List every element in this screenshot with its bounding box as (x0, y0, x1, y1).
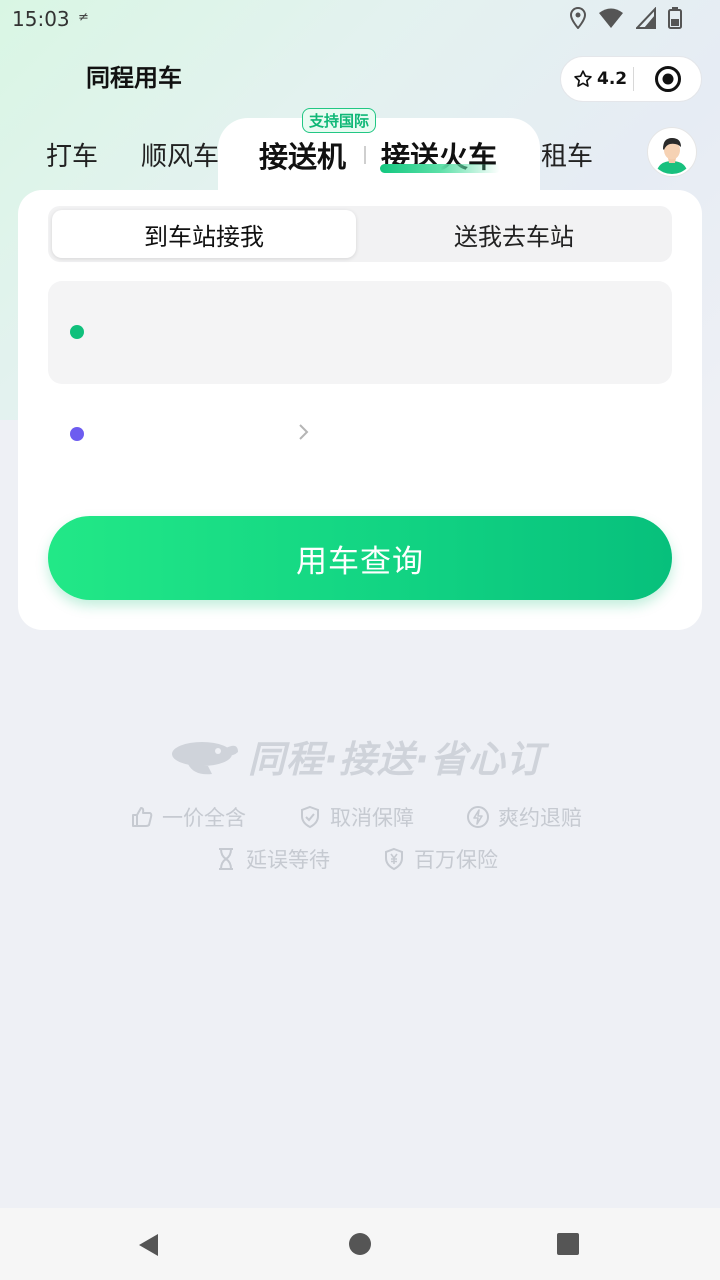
signal-icon (636, 7, 656, 29)
target-icon (654, 66, 681, 92)
feature-label: 取消保障 (330, 806, 414, 830)
thumbs-up-icon (132, 807, 153, 827)
international-badge: 支持国际 (302, 108, 377, 133)
search-car-button[interactable]: 用车查询 (48, 516, 672, 600)
system-navigation-bar (0, 1208, 720, 1280)
segment-pickup-at-station[interactable]: 到车站接我 (52, 210, 356, 258)
active-tab-indicator (380, 164, 500, 173)
status-time: 15:03 (12, 7, 70, 31)
feature-no-show-refund: 爽约退赔 (466, 802, 582, 832)
feature-delay-waiting: 延误等待 (214, 844, 330, 874)
feature-cancel-protection: 取消保障 (298, 802, 414, 832)
feature-label: 延误等待 (246, 848, 330, 872)
start-dot-icon (70, 325, 84, 339)
station-input[interactable] (48, 281, 672, 384)
app-title: 同程用车 (86, 64, 182, 92)
feature-label: 一价全含 (162, 806, 246, 830)
destination-input[interactable] (48, 400, 672, 470)
feature-label: 百万保险 (414, 848, 498, 872)
location-icon (570, 7, 586, 29)
tab-car-rental[interactable]: 租车 (541, 136, 593, 173)
rating-button[interactable]: 4.2 (561, 69, 631, 89)
tab-taxi[interactable]: 打车 (46, 136, 98, 173)
slogan-text: 同程·接送·省心订 (248, 738, 545, 781)
status-icons (570, 7, 682, 29)
close-miniapp-button[interactable] (634, 65, 701, 93)
recents-icon[interactable] (556, 1232, 580, 1256)
brand-logo-icon (172, 742, 238, 775)
segment-dropoff-to-station[interactable]: 送我去车站 (360, 210, 668, 258)
status-bar: 15:03 ≠ (0, 0, 720, 38)
shield-check-icon (301, 805, 319, 829)
booking-card: 到车站接我 送我去车站 用车查询 (18, 190, 702, 630)
feature-insurance: 百万保险 (382, 844, 498, 874)
feature-all-inclusive: 一价全含 (130, 802, 246, 832)
shield-yen-icon (385, 847, 403, 871)
hourglass-icon (219, 848, 233, 870)
notification-icon: ≠ (78, 10, 89, 25)
star-icon (574, 70, 592, 87)
slogan: 同程·接送·省心订 (168, 728, 544, 784)
back-icon[interactable] (136, 1232, 162, 1258)
chevron-right-icon (299, 424, 309, 440)
lightning-circle-icon (467, 806, 489, 828)
user-avatar-icon (650, 130, 694, 174)
direction-segmented-control: 到车站接我 送我去车站 (48, 206, 672, 262)
rating-value: 4.2 (597, 69, 628, 89)
wifi-icon (599, 8, 623, 28)
tab-separator (364, 146, 366, 164)
end-dot-icon (70, 427, 84, 441)
tab-carpool[interactable]: 顺风车 (141, 136, 219, 173)
feature-label: 爽约退赔 (498, 806, 582, 830)
battery-icon (668, 7, 682, 29)
avatar[interactable] (648, 128, 696, 176)
home-icon[interactable] (348, 1232, 372, 1256)
tab-airport-transfer[interactable]: 接送机 (259, 134, 346, 176)
miniapp-capsule: 4.2 (560, 56, 702, 102)
